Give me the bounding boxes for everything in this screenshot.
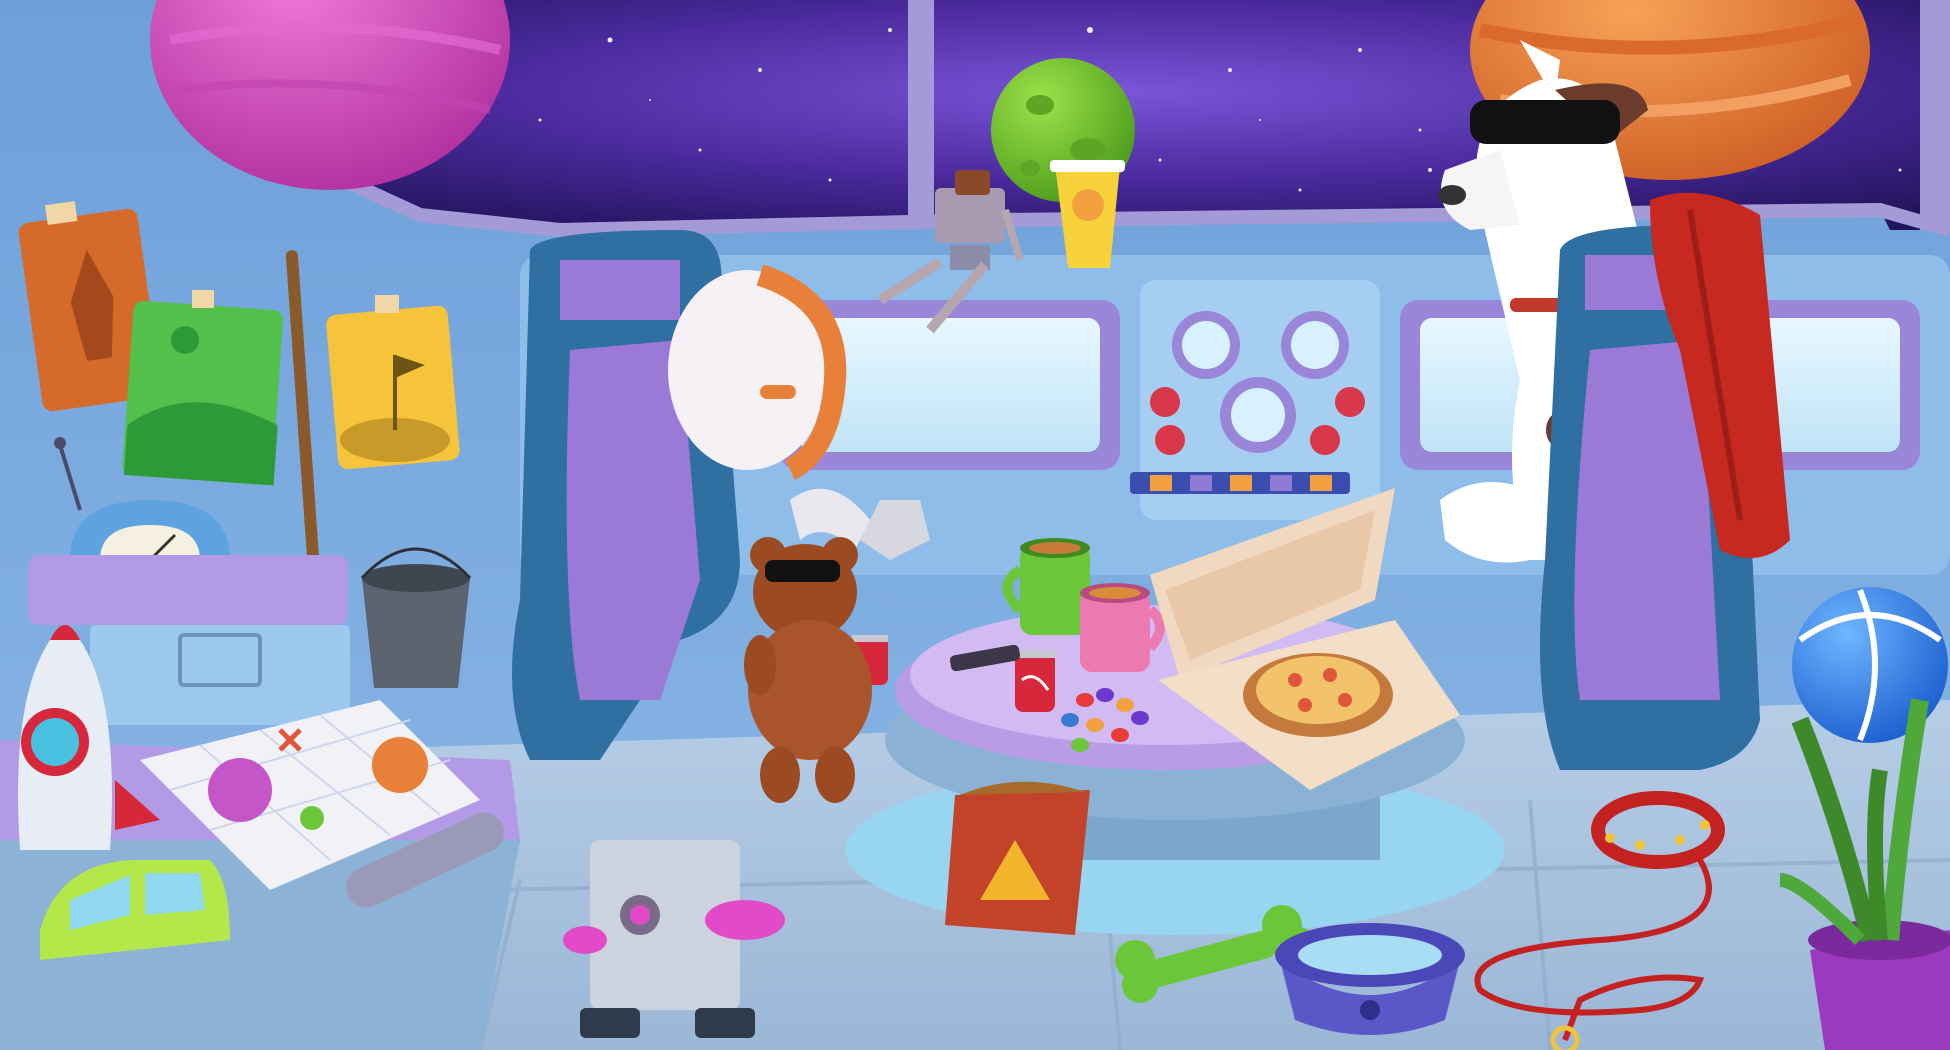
pink-mug[interactable] xyxy=(1080,583,1165,672)
water-bowl[interactable] xyxy=(1275,923,1465,1035)
metal-bucket[interactable] xyxy=(360,547,472,688)
chips-bag[interactable] xyxy=(945,781,1090,935)
landscape-poster[interactable] xyxy=(122,290,284,486)
moon-flag-poster[interactable] xyxy=(325,295,460,470)
hidden-object-scene xyxy=(0,0,1950,1050)
soda-can[interactable] xyxy=(1015,650,1055,712)
astronaut-helmet[interactable] xyxy=(668,264,847,480)
scene-canvas xyxy=(0,0,1950,1050)
